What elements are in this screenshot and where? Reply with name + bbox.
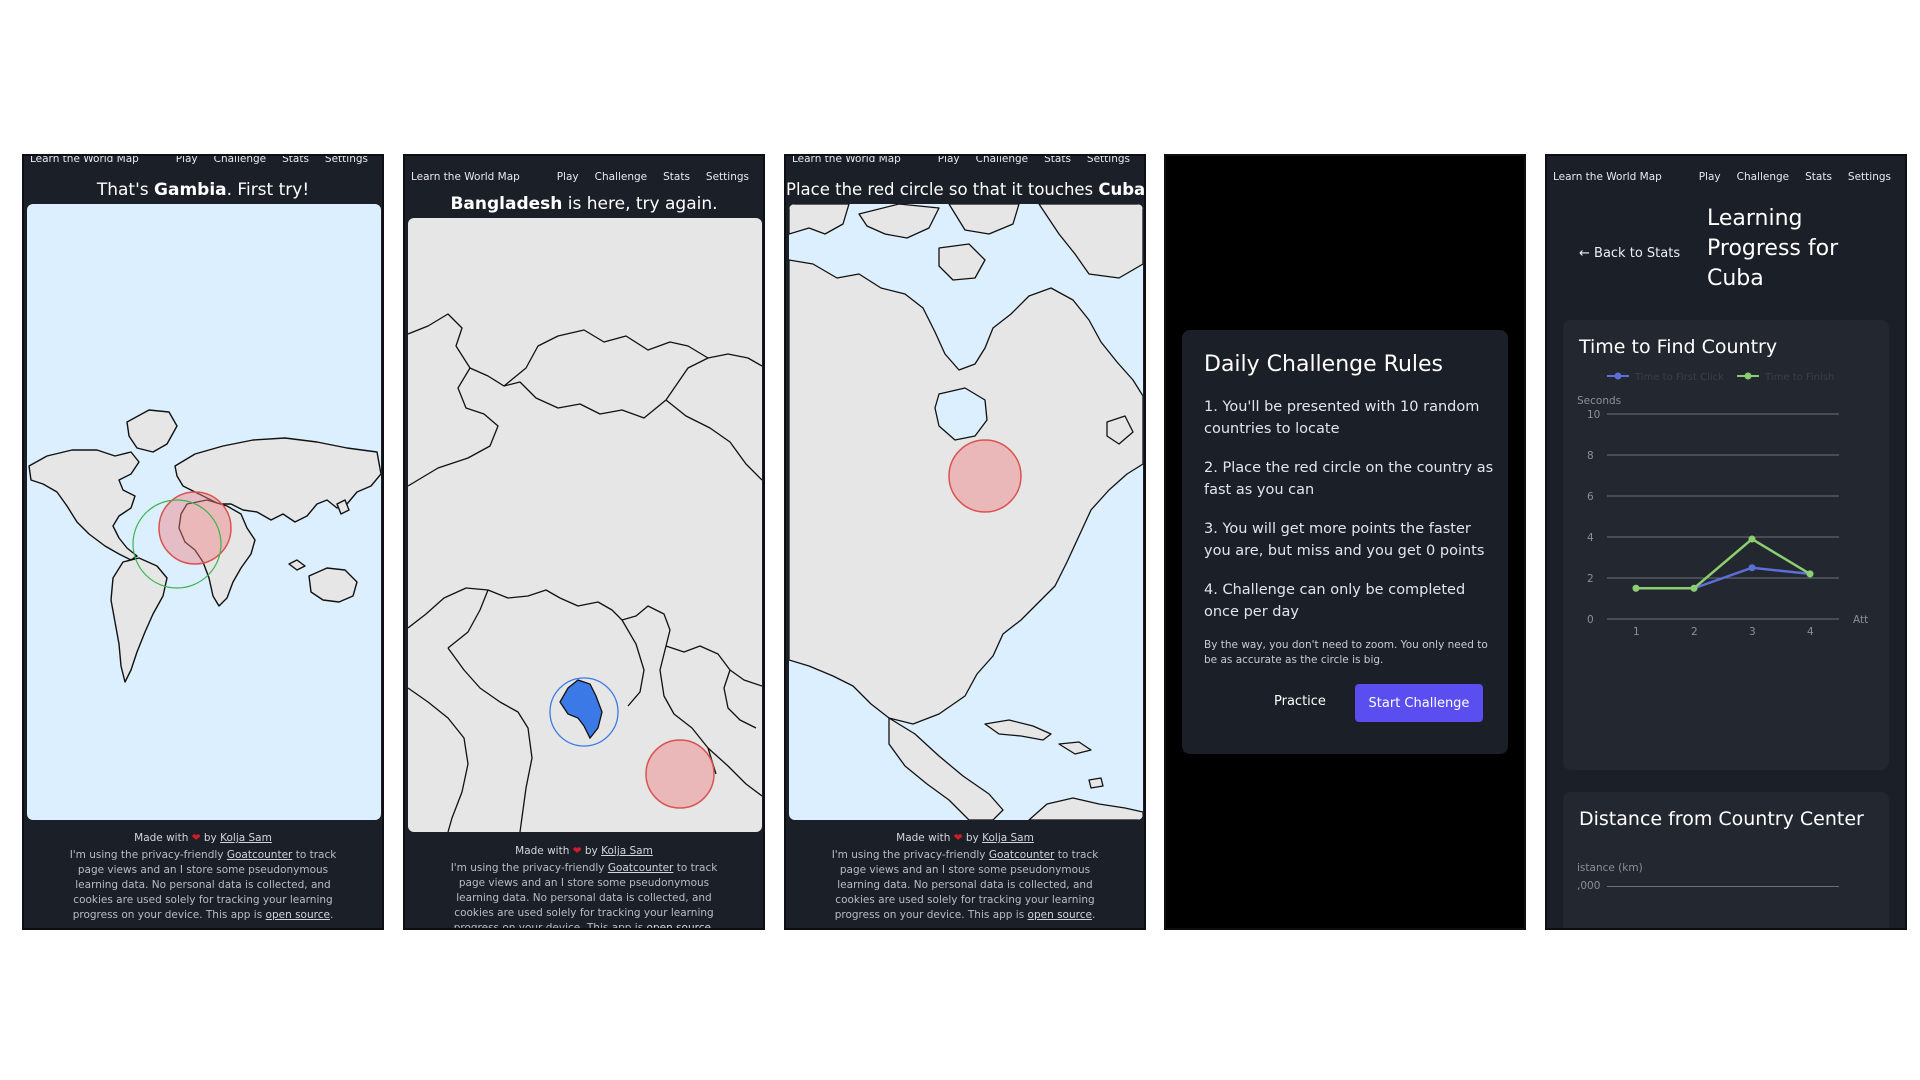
asia-map-svg — [408, 313, 762, 832]
y-axis-label: Seconds — [1577, 395, 1621, 407]
distance-axis-label: istance (km) — [1577, 862, 1643, 874]
nav-play[interactable]: Play — [549, 171, 587, 183]
heart-icon: ❤ — [953, 832, 963, 844]
y-tick-label: 0 — [1587, 614, 1594, 626]
guess-circle — [645, 739, 715, 809]
screen-challenge-rules: Daily Challenge Rules 1. You'll be prese… — [1164, 154, 1526, 930]
y-tick-label: 8 — [1587, 450, 1594, 462]
footer: Made with ❤ by Kolja Sam I'm using the p… — [405, 844, 763, 928]
data-point — [1748, 535, 1756, 543]
author-link[interactable]: Kolja Sam — [601, 845, 653, 857]
nav-settings[interactable]: Settings — [317, 156, 376, 165]
nav-play[interactable]: Play — [168, 156, 206, 165]
nav-challenge[interactable]: Challenge — [206, 156, 275, 165]
page-title: Learning Progress for Cuba — [1707, 206, 1839, 291]
nav-challenge[interactable]: Challenge — [587, 171, 656, 183]
nav-stats[interactable]: Stats — [274, 156, 317, 165]
goatcounter-link[interactable]: Goatcounter — [227, 849, 293, 861]
series-line — [1636, 537, 1811, 590]
distance-card: Distance from Country Center istance (km… — [1563, 792, 1889, 928]
world-map-svg — [28, 409, 381, 683]
top-nav: Learn the World Map Play Challenge Stats… — [405, 162, 763, 192]
feedback-title: That's Gambia. First try! — [96, 180, 310, 200]
time-chart: Time to First Click Time to Finish Seconds… — [1577, 372, 1868, 638]
screen-gambia: Learn the World Map Play Challenge Stats… — [22, 154, 384, 930]
x-tick-label: 1 — [1633, 626, 1640, 638]
screen-stats-cuba: Learn the World Map Play Challenge Stats… — [1545, 154, 1907, 930]
nav-settings[interactable]: Settings — [698, 171, 757, 183]
top-nav: Learn the World Map Play Challenge Stats… — [786, 156, 1144, 174]
guess-circle — [948, 439, 1022, 513]
zoom-note: By the way, you don't need to zoom. You … — [1204, 639, 1488, 666]
distance-card-title: Distance from Country Center — [1579, 808, 1864, 830]
data-point — [1806, 570, 1814, 578]
legend-marker — [1614, 372, 1622, 380]
nav-brand[interactable]: Learn the World Map — [792, 156, 930, 165]
nav-stats[interactable]: Stats — [1036, 156, 1079, 165]
north-america-map-svg — [789, 204, 1143, 820]
y-tick-label: 6 — [1587, 491, 1594, 503]
time-card: Time to Find Country Time to First Click… — [1563, 320, 1889, 770]
screen-cuba: Learn the World Map Play Challenge Stats… — [784, 154, 1146, 930]
data-point — [1632, 584, 1640, 592]
challenge-rules-modal: Daily Challenge Rules 1. You'll be prese… — [1182, 330, 1508, 754]
goatcounter-link[interactable]: Goatcounter — [989, 849, 1055, 861]
north-america-map[interactable] — [789, 204, 1143, 820]
legend-label: Time to First Click — [1634, 372, 1724, 383]
author-link[interactable]: Kolja Sam — [220, 832, 272, 844]
legend-label: Time to Finish — [1764, 372, 1834, 383]
nav-brand[interactable]: Learn the World Map — [411, 171, 549, 183]
x-axis-label: Att — [1853, 614, 1868, 626]
back-to-stats-link[interactable]: ← Back to Stats — [1579, 246, 1680, 261]
heart-icon: ❤ — [191, 832, 201, 844]
x-tick-label: 3 — [1749, 626, 1756, 638]
author-link[interactable]: Kolja Sam — [982, 832, 1034, 844]
nav-settings[interactable]: Settings — [1840, 171, 1899, 183]
asia-map[interactable] — [408, 218, 762, 832]
goatcounter-link[interactable]: Goatcounter — [608, 862, 674, 874]
rule-2: 2. Place the red circle on the country a… — [1204, 460, 1494, 498]
start-challenge-button[interactable]: Start Challenge — [1355, 684, 1483, 722]
distance-axis-tick: ,000 — [1577, 880, 1601, 892]
top-nav: Learn the World Map Play Challenge Stats… — [24, 156, 382, 174]
practice-button[interactable]: Practice — [1274, 694, 1326, 709]
y-tick-label: 2 — [1587, 573, 1594, 585]
nav-play[interactable]: Play — [930, 156, 968, 165]
rule-1: 1. You'll be presented with 10 random co… — [1204, 399, 1480, 437]
nav-challenge[interactable]: Challenge — [1729, 171, 1798, 183]
nav-settings[interactable]: Settings — [1079, 156, 1138, 165]
x-tick-label: 4 — [1807, 626, 1814, 638]
open-source-link[interactable]: open source — [647, 922, 711, 928]
screen-bangladesh: Learn the World Map Play Challenge Stats… — [403, 154, 765, 930]
nav-stats[interactable]: Stats — [1797, 171, 1840, 183]
modal-title: Daily Challenge Rules — [1204, 352, 1443, 377]
rule-3: 3. You will get more points the faster y… — [1204, 521, 1485, 559]
nav-play[interactable]: Play — [1691, 171, 1729, 183]
distance-gridline — [1607, 886, 1839, 887]
rule-4: 4. Challenge can only be completed once … — [1204, 582, 1466, 620]
top-nav: Learn the World Map Play Challenge Stats… — [1547, 162, 1905, 192]
bangladesh-highlight — [559, 679, 603, 740]
y-tick-label: 10 — [1587, 409, 1600, 421]
y-tick-label: 4 — [1587, 532, 1594, 544]
world-map[interactable] — [27, 204, 381, 820]
x-tick-label: 2 — [1691, 626, 1698, 638]
nav-brand[interactable]: Learn the World Map — [1553, 171, 1691, 183]
nav-stats[interactable]: Stats — [655, 171, 698, 183]
open-source-link[interactable]: open source — [1028, 909, 1092, 921]
data-point — [1748, 564, 1756, 572]
legend-marker — [1744, 372, 1752, 380]
heart-icon: ❤ — [572, 845, 582, 857]
nav-challenge[interactable]: Challenge — [968, 156, 1037, 165]
prompt-title: Place the red circle so that it touches … — [786, 180, 1146, 199]
data-point — [1690, 584, 1698, 592]
feedback-title: Bangladesh is here, try again. — [450, 194, 718, 214]
footer: Made with ❤ by Kolja Sam I'm using the p… — [69, 832, 337, 921]
nav-brand[interactable]: Learn the World Map — [30, 156, 168, 165]
open-source-link[interactable]: open source — [266, 909, 330, 921]
footer: Made with ❤ by Kolja Sam I'm using the p… — [831, 832, 1099, 921]
